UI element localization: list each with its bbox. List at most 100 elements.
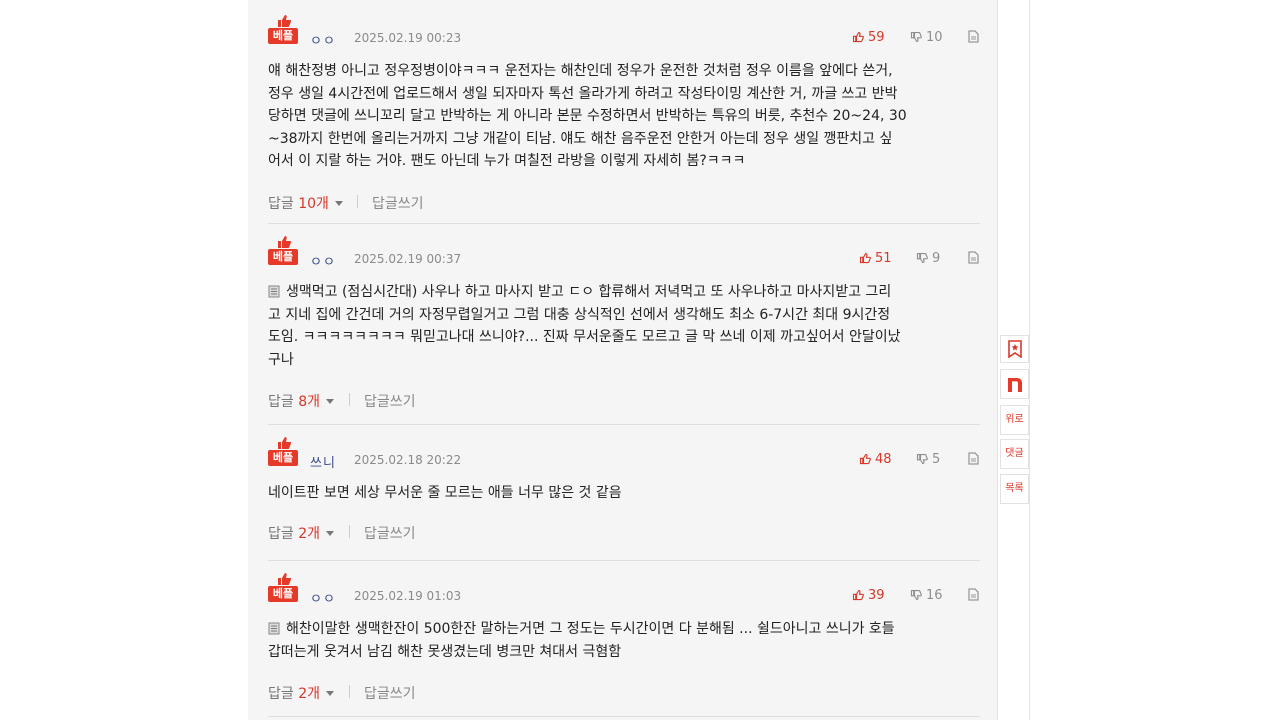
bookmark-icon xyxy=(1007,340,1022,359)
comment-date: 2025.02.19 01:03 xyxy=(354,589,462,603)
best-badge: 베플 xyxy=(268,436,298,468)
write-reply-link[interactable]: 답글쓰기 xyxy=(372,193,424,213)
reply-toggle[interactable]: 답글 2개 xyxy=(268,523,335,543)
comment-line-text: 해찬이말한 생맥한잔이 500한잔 말하는거면 그 정도는 두시간이면 다 분해… xyxy=(286,621,895,637)
comment-divider xyxy=(268,223,980,224)
nickname[interactable]: ㅇㅇ xyxy=(310,588,336,607)
report-icon[interactable] xyxy=(966,250,980,264)
downvote-count: 16 xyxy=(926,588,943,603)
nickname[interactable]: ㅇㅇ xyxy=(310,251,336,270)
comment-date: 2025.02.18 20:22 xyxy=(354,453,462,467)
comment-body: 생맥먹고 (점심시간대) 사우나 하고 마사지 받고 ㄷㅇ 합류해서 저녁먹고 … xyxy=(268,281,980,371)
thumbs-down-icon xyxy=(916,252,928,264)
comment-line: 당하면 댓글에 쓰니꼬리 달고 반박하는 게 아니라 본문 수정하면서 반박하는… xyxy=(268,108,907,124)
chevron-down-icon xyxy=(326,530,335,536)
downvote-count: 9 xyxy=(932,251,941,266)
best-label: 베플 xyxy=(268,28,298,44)
best-label: 베플 xyxy=(268,249,298,265)
reply-label: 답글 xyxy=(268,686,294,702)
thumbs-up-icon xyxy=(859,252,871,264)
thumbs-down-icon xyxy=(910,589,922,601)
thumbs-up-icon xyxy=(278,573,292,585)
report-icon[interactable] xyxy=(966,587,980,601)
thumbs-up-icon xyxy=(859,453,871,465)
comment-line: 갑떠는게 웃겨서 남김 해찬 못생겼는데 병크만 쳐대서 극혐함 xyxy=(268,643,622,660)
scroll-top-button[interactable]: 위로 xyxy=(1000,405,1029,435)
best-badge: 베플 xyxy=(268,14,298,46)
comment-body: 해찬이말한 생맥한잔이 500한잔 말하는거면 그 정도는 두시간이면 다 분해… xyxy=(268,618,980,663)
upvote-count: 48 xyxy=(875,452,892,467)
comment-footer: 답글 8개 답글쓰기 xyxy=(268,391,980,415)
comment-date: 2025.02.19 00:23 xyxy=(354,31,462,45)
comment-line: 얘 해찬정병 아니고 정우정병이야ㅋㅋㅋ 운전자는 해찬인데 정우가 운전한 것… xyxy=(268,63,893,79)
upvote-count: 39 xyxy=(868,588,885,603)
upvote-count: 59 xyxy=(868,30,885,45)
comment-body: 네이트판 보면 세상 무서운 줄 모르는 애들 너무 많은 것 같음 xyxy=(268,482,980,505)
write-reply-link[interactable]: 답글쓰기 xyxy=(364,523,416,543)
comment-line: 정우 생일 4시간전에 업로드해서 생일 되자마자 톡선 올라가게 하려고 작성… xyxy=(268,85,898,102)
comment-divider xyxy=(268,560,980,561)
upvote-button[interactable]: 51 xyxy=(859,251,892,266)
comment-item: 베플 ㅇㅇ 2025.02.19 00:37 51 9 생맥먹고 (점심시간대)… xyxy=(268,235,980,415)
thumbs-up-icon xyxy=(278,236,292,248)
comment-line: ~38까지 한번에 올리는거까지 그냥 개같이 티남. 얘도 해찬 음주운전 안… xyxy=(268,130,893,147)
upvote-count: 51 xyxy=(875,251,892,266)
footer-separator xyxy=(349,524,350,538)
go-comments-button[interactable]: 댓글 xyxy=(1000,439,1029,469)
footer-separator xyxy=(349,393,350,406)
comment-footer: 답글 2개 답글쓰기 xyxy=(268,523,980,547)
report-icon[interactable] xyxy=(966,29,980,43)
reply-toggle[interactable]: 답글 2개 xyxy=(268,683,335,703)
downvote-count: 5 xyxy=(932,452,941,467)
thumbs-up-icon xyxy=(278,437,292,449)
thumbs-up-icon xyxy=(852,31,864,43)
comment-item: 베플 쓰니 2025.02.18 20:22 48 5 네이트판 보면 세상 무… xyxy=(268,436,980,547)
downvote-button[interactable]: 5 xyxy=(916,452,940,467)
comment-footer: 답글 2개 답글쓰기 xyxy=(268,683,980,707)
write-reply-link[interactable]: 답글쓰기 xyxy=(364,683,416,703)
best-label: 베플 xyxy=(268,586,298,602)
comment-line: 구나 xyxy=(268,351,294,368)
best-badge: 베플 xyxy=(268,235,298,267)
comment-header: 베플 ㅇㅇ 2025.02.19 00:23 59 10 xyxy=(268,14,980,54)
best-badge: 베플 xyxy=(268,572,298,604)
scrap-button[interactable] xyxy=(1000,335,1029,363)
reply-label: 답글 xyxy=(268,525,294,542)
chevron-down-icon xyxy=(326,399,335,404)
upvote-button[interactable]: 39 xyxy=(852,588,885,603)
comment-item: 베플 ㅇㅇ 2025.02.19 00:23 59 10 얘 해찬정병 아니고 … xyxy=(268,14,980,217)
right-divider xyxy=(1029,0,1030,720)
chevron-down-icon xyxy=(326,691,335,696)
thumbs-down-icon xyxy=(910,31,922,43)
nickname[interactable]: 쓰니 xyxy=(310,452,336,471)
nate-logo-icon xyxy=(1007,378,1022,392)
comment-divider xyxy=(268,424,980,425)
best-label: 베플 xyxy=(268,450,298,466)
go-list-button[interactable]: 목록 xyxy=(1000,474,1029,504)
upvote-button[interactable]: 59 xyxy=(852,30,885,45)
downvote-button[interactable]: 10 xyxy=(910,30,943,45)
reply-toggle[interactable]: 답글 8개 xyxy=(268,391,335,411)
thumbs-up-icon xyxy=(852,589,864,601)
write-reply-link[interactable]: 답글쓰기 xyxy=(364,391,416,411)
document-icon xyxy=(268,285,280,298)
thumbs-down-icon xyxy=(916,453,928,465)
nickname[interactable]: ㅇㅇ xyxy=(310,30,336,49)
nate-logo-button[interactable] xyxy=(1000,369,1029,399)
reply-label: 답글 xyxy=(268,195,294,212)
upvote-button[interactable]: 48 xyxy=(859,452,892,467)
comment-line: 해찬이말한 생맥한잔이 500한잔 말하는거면 그 정도는 두시간이면 다 분해… xyxy=(268,618,980,641)
reply-count: 8개 xyxy=(298,394,321,410)
comment-footer: 답글 10개 답글쓰기 xyxy=(268,193,980,217)
report-icon[interactable] xyxy=(966,451,980,465)
comment-line: 네이트판 보면 세상 무서운 줄 모르는 애들 너무 많은 것 같음 xyxy=(268,485,622,501)
comment-divider xyxy=(268,716,980,717)
comment-item: 베플 ㅇㅇ 2025.02.19 01:03 39 16 해찬이말한 생맥한잔이… xyxy=(268,572,980,707)
comment-body: 얘 해찬정병 아니고 정우정병이야ㅋㅋㅋ 운전자는 해찬인데 정우가 운전한 것… xyxy=(268,60,980,173)
reply-toggle[interactable]: 답글 10개 xyxy=(268,193,343,213)
downvote-button[interactable]: 16 xyxy=(910,588,943,603)
downvote-button[interactable]: 9 xyxy=(916,251,940,266)
reply-count: 10개 xyxy=(298,195,329,212)
comment-line: 어서 이 지랄 하는 거야. 팬도 아닌데 누가 며칠전 라방을 이렇게 자세히… xyxy=(268,153,746,169)
chevron-down-icon xyxy=(334,200,343,206)
